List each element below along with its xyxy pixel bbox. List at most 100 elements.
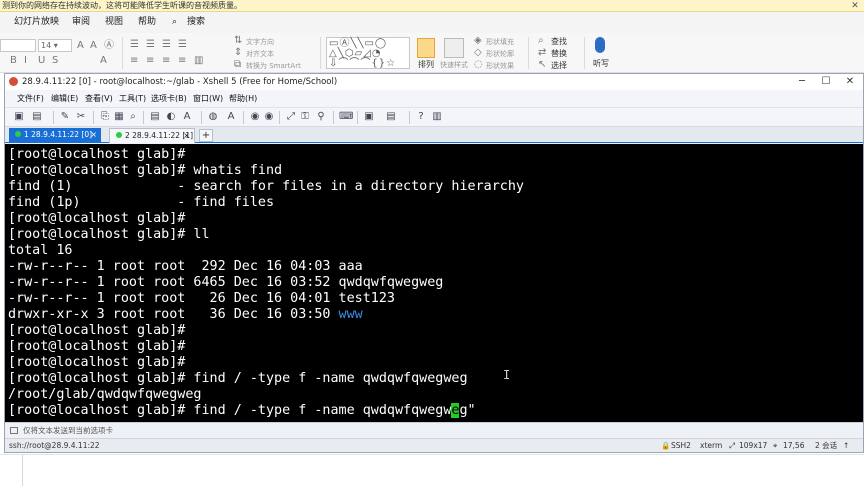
font-name-box[interactable]: [0, 39, 36, 52]
shape-fill-label[interactable]: 形状填充: [486, 37, 514, 47]
numbering-icon[interactable]: ☰: [146, 39, 155, 51]
columns-icon[interactable]: ▥: [194, 55, 203, 67]
align-right-icon[interactable]: ≡: [162, 55, 170, 67]
close-tab-icon[interactable]: ×: [183, 129, 190, 143]
replace-icon[interactable]: ⇄: [538, 47, 546, 59]
transfer-icon[interactable]: A: [225, 111, 237, 123]
microphone-icon[interactable]: [595, 37, 605, 53]
menu-window[interactable]: 窗口(W): [193, 93, 223, 104]
lock-icon[interactable]: ⚿: [299, 111, 311, 123]
arrange-label[interactable]: 排列: [418, 60, 434, 70]
terminal-output[interactable]: [root@localhost glab]# [root@localhost g…: [5, 144, 863, 422]
slide-divider: [22, 454, 23, 486]
quick-styles-label[interactable]: 快速样式: [440, 60, 468, 70]
compose-icon[interactable]: ▣: [363, 111, 375, 123]
select-icon[interactable]: ↖: [538, 59, 546, 71]
globe-icon[interactable]: ◍: [207, 111, 219, 123]
select-label[interactable]: 选择: [551, 61, 567, 71]
align-text-icon[interactable]: ⇕: [234, 47, 242, 59]
scroll-up-icon[interactable]: ↑: [843, 440, 849, 451]
help-icon[interactable]: ?: [415, 111, 427, 123]
ppt-menu-bar: 幻灯片放映 审阅 视图 帮助 ⌕ 搜索: [0, 12, 864, 33]
font-icon[interactable]: A: [181, 111, 193, 123]
xftp-alt-icon[interactable]: ◉: [263, 111, 275, 123]
disconnect-icon[interactable]: ✂: [75, 111, 87, 123]
connect-icon[interactable]: ✎: [59, 111, 71, 123]
menu-bar: 文件(F) 编辑(E) 查看(V) 工具(T) 选项卡(B) 窗口(W) 帮助(…: [5, 90, 863, 107]
find-label[interactable]: 查找: [551, 37, 567, 47]
dictate-label[interactable]: 听写: [593, 59, 609, 69]
compose-bar[interactable]: 仅将文本发送到当前选项卡: [5, 422, 863, 438]
shape-outline-label[interactable]: 形状轮廓: [486, 49, 514, 59]
session-tab-2[interactable]: 2 28.9.4.11:22 [1] ×: [109, 128, 195, 143]
shape-effects-label[interactable]: 形状效果: [486, 61, 514, 71]
copy-icon[interactable]: ⎘: [99, 111, 111, 123]
minimize-icon[interactable]: ─: [791, 74, 813, 90]
paste-icon[interactable]: ▦: [113, 111, 125, 123]
menu-review[interactable]: 审阅: [72, 16, 90, 28]
toolbar-divider: [201, 111, 202, 124]
ppt-ribbon: 14 ▾ A A Ⓐ A B I U S ☰ ☰ ☰ ☰ ≡ ≡ ≡ ≡ ▥ ⇅…: [0, 33, 864, 73]
status-sessions: 2 会话: [815, 441, 838, 450]
open-folder-icon[interactable]: ▤: [31, 111, 43, 123]
new-session-icon[interactable]: ▣: [13, 111, 25, 123]
color-scheme-icon[interactable]: ◐: [165, 111, 177, 123]
close-tab-icon[interactable]: ×: [90, 128, 97, 142]
new-tab-button[interactable]: +: [199, 129, 213, 142]
find-icon[interactable]: ⌕: [127, 111, 139, 123]
lock-screen-icon[interactable]: ⚲: [315, 111, 327, 123]
menu-tools[interactable]: 工具(T): [119, 93, 146, 104]
italic-icon[interactable]: I: [24, 55, 27, 67]
underline-icon[interactable]: U: [38, 55, 45, 67]
strikethrough-icon[interactable]: S: [52, 55, 58, 67]
terminal-input-line[interactable]: [root@localhost glab]# find / -type f -n…: [8, 403, 476, 419]
arrange-icon[interactable]: [417, 38, 435, 58]
align-text-label[interactable]: 对齐文本: [246, 49, 274, 59]
menu-help[interactable]: 帮助: [138, 16, 156, 28]
font-size-box[interactable]: 14 ▾: [38, 39, 72, 52]
shape-effects-icon[interactable]: ◌: [474, 59, 483, 71]
text-direction-label[interactable]: 文字方向: [246, 37, 274, 47]
replace-label[interactable]: 替换: [551, 49, 567, 59]
xftp-icon[interactable]: ◉: [249, 111, 261, 123]
align-left-icon[interactable]: ≡: [130, 55, 138, 67]
connected-status-icon: [116, 132, 122, 138]
outdent-icon[interactable]: ☰: [178, 39, 187, 51]
smartart-label[interactable]: 转换为 SmartArt: [246, 61, 301, 71]
indent-icon[interactable]: ☰: [162, 39, 171, 51]
terminal-icon[interactable]: ▤: [149, 111, 161, 123]
fullscreen-icon[interactable]: ⤢: [285, 111, 297, 123]
options-icon[interactable]: ▥: [431, 111, 443, 123]
shape-fill-icon[interactable]: ◈: [474, 35, 482, 47]
shapes-gallery[interactable]: ▭Ⓐ╲╲▭◯ △╲⬡▱◿◔ ⇩⌒⌒⌒{}☆: [326, 37, 410, 69]
menu-tab[interactable]: 选项卡(B): [151, 93, 187, 104]
clear-format-icon[interactable]: Ⓐ: [104, 40, 114, 52]
grow-font-icon[interactable]: A: [77, 40, 84, 52]
layout-icon[interactable]: ▤: [385, 111, 397, 123]
shrink-font-icon[interactable]: A: [90, 40, 97, 52]
menu-file[interactable]: 文件(F): [17, 93, 44, 104]
input-text-before-cursor: [root@localhost glab]# find / -type f -n…: [8, 403, 452, 418]
justify-icon[interactable]: ≡: [178, 55, 186, 67]
menu-search[interactable]: 搜索: [187, 16, 205, 28]
search-icon[interactable]: ⌕: [172, 16, 177, 28]
bold-icon[interactable]: B: [10, 55, 17, 67]
menu-slideshow[interactable]: 幻灯片放映: [14, 16, 59, 28]
menu-view[interactable]: 查看(V): [85, 93, 113, 104]
find-icon[interactable]: ⌕: [538, 35, 544, 47]
keyboard-icon[interactable]: ⌨: [339, 111, 353, 123]
smartart-icon[interactable]: ⧉: [234, 59, 241, 71]
align-center-icon[interactable]: ≡: [146, 55, 154, 67]
maximize-icon[interactable]: ☐: [815, 74, 837, 90]
session-tab-1[interactable]: 1 28.9.4.11:22 [0] ×: [9, 128, 101, 143]
close-icon[interactable]: ✕: [848, 0, 862, 12]
shape-outline-icon[interactable]: ◇: [474, 47, 482, 59]
menu-view[interactable]: 视图: [105, 16, 123, 28]
bullets-icon[interactable]: ☰: [130, 39, 139, 51]
font-color-icon[interactable]: A: [100, 55, 107, 67]
text-direction-icon[interactable]: ⇅: [234, 35, 242, 47]
menu-edit[interactable]: 编辑(E): [51, 93, 78, 104]
menu-help[interactable]: 帮助(H): [229, 93, 257, 104]
close-icon[interactable]: ✕: [839, 74, 861, 90]
quick-styles-icon[interactable]: [444, 38, 464, 58]
